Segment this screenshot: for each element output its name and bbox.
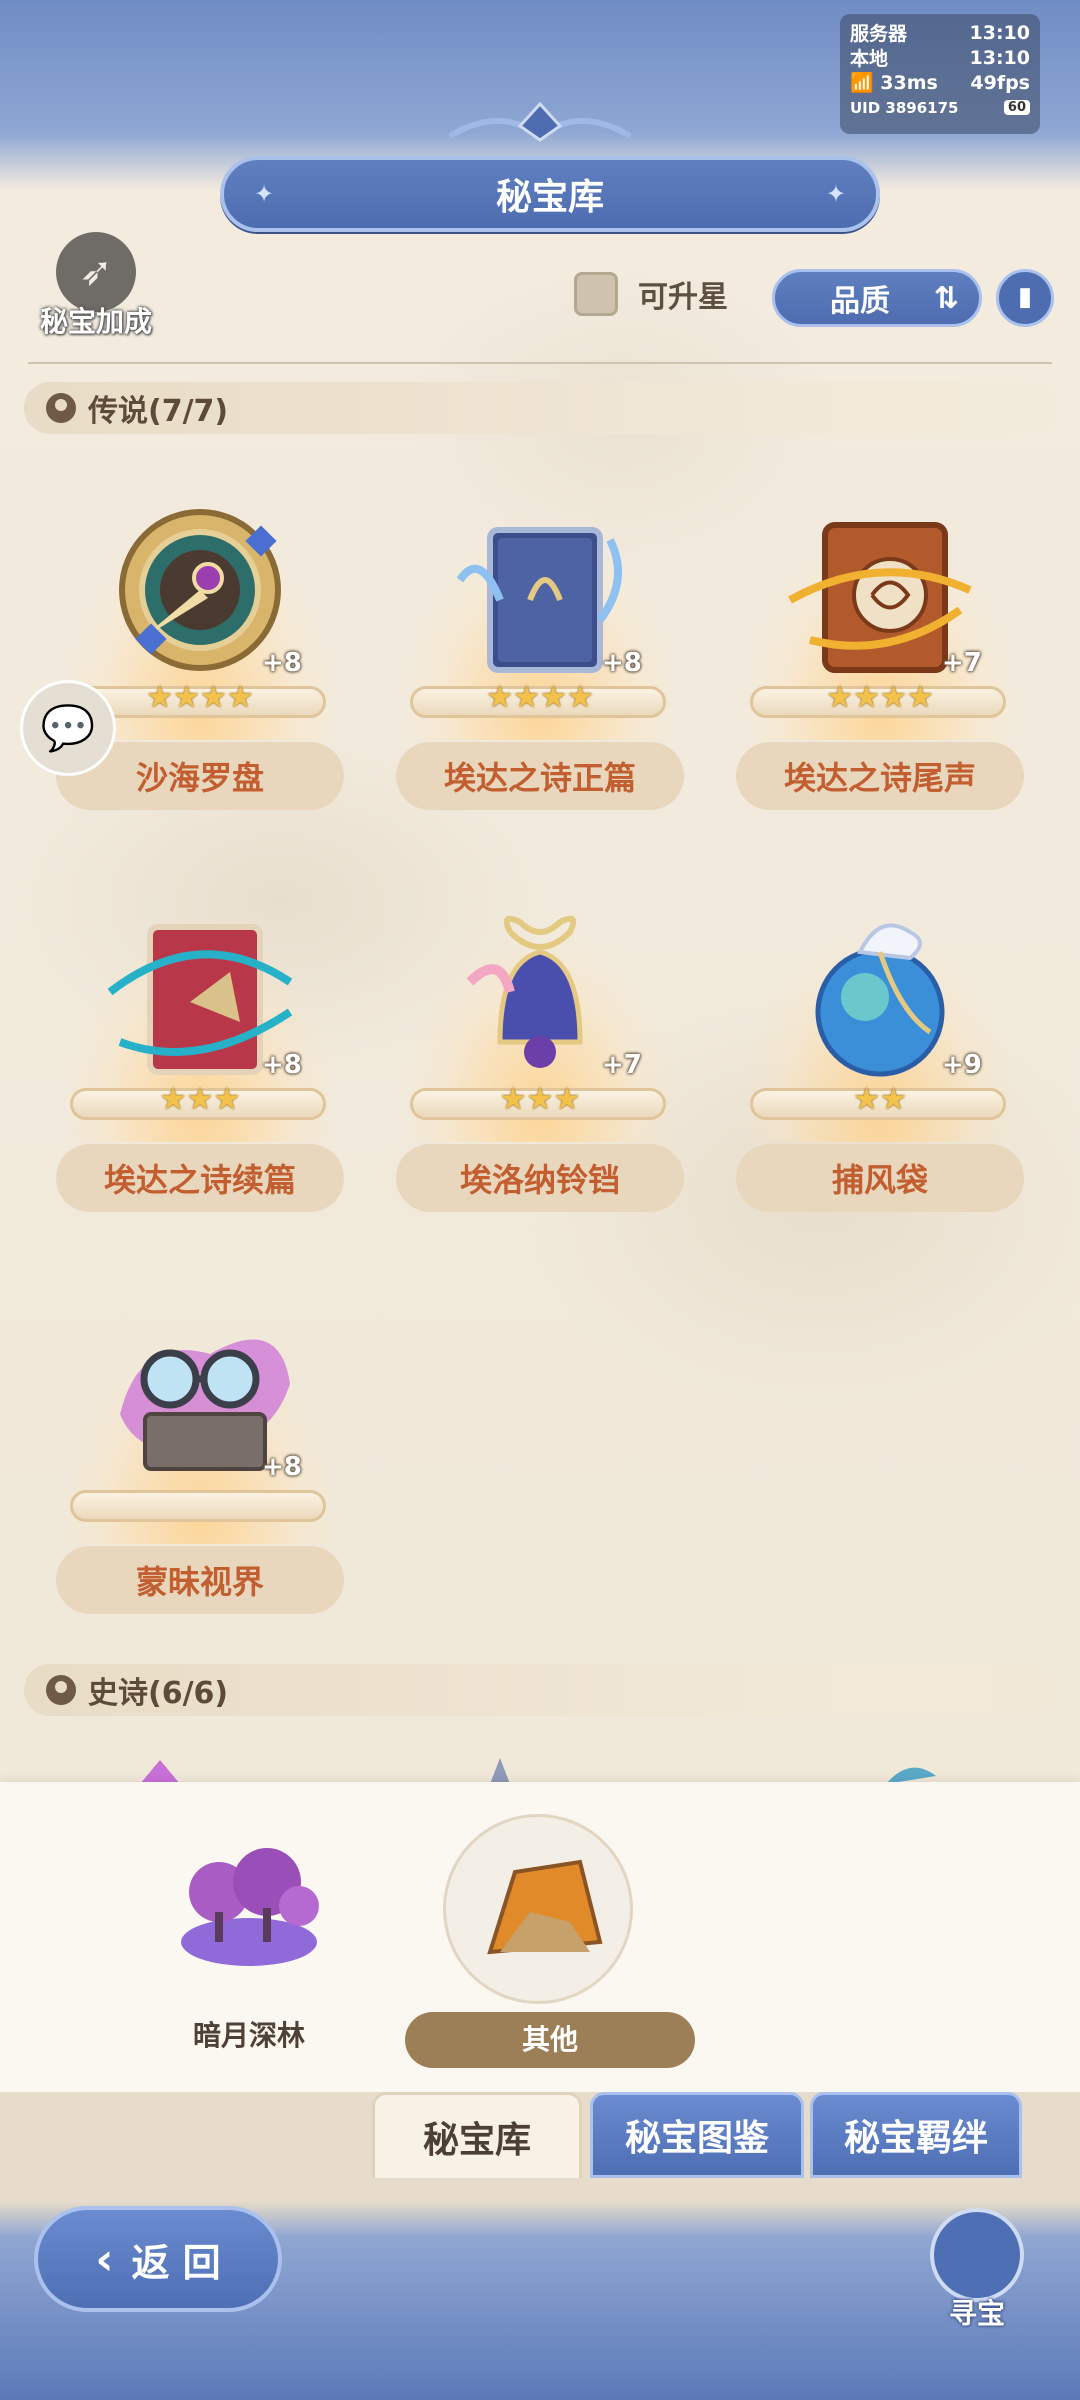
section-title: 传说(7/7) xyxy=(88,394,229,429)
uid-label: UID 3896175 xyxy=(850,98,959,117)
item-peek-icon xyxy=(490,1758,510,1784)
sparkle-icon: ✦ xyxy=(254,180,275,208)
treasure-hunt-icon xyxy=(930,2208,1024,2302)
item-peek-icon xyxy=(886,1767,936,1784)
quality-sort-button[interactable]: 品质 ⇅ xyxy=(772,269,982,327)
moon-icon xyxy=(46,1675,76,1705)
treasure-hunt-button[interactable]: 寻宝 xyxy=(924,2208,1030,2348)
back-button[interactable]: ‹ 返 回 xyxy=(34,2206,282,2312)
item-name: 蒙昧视界 xyxy=(56,1546,344,1614)
item-level: +8 xyxy=(262,1452,302,1482)
item-name: 捕风袋 xyxy=(736,1144,1024,1212)
treasure-item[interactable]: +8 蒙昧视界 xyxy=(50,1284,350,1644)
upgradable-checkbox[interactable] xyxy=(574,272,618,316)
tab-treasure-bond[interactable]: 秘宝羁绊 xyxy=(810,2092,1022,2178)
region-dark-moon-forest[interactable]: 暗月深林 xyxy=(124,1782,374,2092)
page-title: 秘宝库 xyxy=(495,177,604,218)
star-rating: ★★★ xyxy=(499,1082,581,1117)
ping-value: 33ms xyxy=(880,72,938,94)
item-level: +7 xyxy=(602,1050,642,1080)
item-level: +7 xyxy=(942,648,982,678)
status-overlay: 服务器 13:10 本地 13:10 📶 33ms 49fps UID 3896175… xyxy=(840,14,1040,134)
treasure-item[interactable]: +9 ★★ 捕风袋 xyxy=(730,882,1030,1242)
cave-rock-icon xyxy=(487,1859,603,1955)
item-level: +8 xyxy=(262,648,302,678)
forest-icon xyxy=(181,1848,319,1966)
treasure-item[interactable]: +8 ★★★★ 埃达之诗正篇 xyxy=(390,480,690,840)
chat-bubble-icon: 💬 xyxy=(40,703,96,754)
region-label: 其他 xyxy=(405,2012,695,2068)
item-peek-icon xyxy=(140,1760,180,1784)
quality-sort-label: 品质 xyxy=(830,284,890,319)
star-rating: ★★★★ xyxy=(486,680,594,715)
treasure-item[interactable]: +7 ★★★★ 埃达之诗尾声 xyxy=(730,480,1030,840)
battery-icon: 60 xyxy=(1003,100,1030,115)
item-name: 埃达之诗尾声 xyxy=(736,742,1024,810)
item-level: +9 xyxy=(942,1050,982,1080)
star-rating: ★★★★ xyxy=(826,680,934,715)
fps-value: 49fps xyxy=(970,71,1030,94)
divider xyxy=(28,362,1052,364)
page-title-bar: ✦ 秘宝库 ✦ xyxy=(220,156,880,232)
back-label: 返 回 xyxy=(131,2240,221,2285)
local-label: 本地 xyxy=(850,48,889,70)
treasure-hunt-label: 寻宝 xyxy=(948,2297,1005,2330)
region-label: 暗月深林 xyxy=(192,2019,305,2052)
treasure-item[interactable]: +7 ★★★ 埃洛纳铃铛 xyxy=(390,882,690,1242)
star-rating: ★★ xyxy=(853,1082,907,1117)
treasure-bonus-button[interactable]: ➶ 秘宝加成 xyxy=(26,232,166,342)
guide-book-button[interactable]: ▮ xyxy=(996,269,1054,327)
sort-toggle-icon: ⇅ xyxy=(933,280,959,316)
server-label: 服务器 xyxy=(850,23,908,45)
tab-treasure-vault[interactable]: 秘宝库 xyxy=(372,2092,582,2178)
region-other[interactable]: 其他 xyxy=(405,1782,695,2092)
chat-button[interactable]: 💬 xyxy=(20,680,116,776)
section-header-epic: 史诗(6/6) xyxy=(24,1664,1056,1716)
star-rating: ★★★ xyxy=(159,1082,241,1117)
item-name: 埃达之诗续篇 xyxy=(56,1144,344,1212)
upgradable-filter[interactable]: 可升星 xyxy=(574,272,728,316)
book-icon: ▮ xyxy=(1017,282,1033,312)
moon-icon xyxy=(46,393,76,423)
back-arrow-icon: ‹ xyxy=(95,2233,114,2285)
item-name: 埃达之诗正篇 xyxy=(396,742,684,810)
region-selector-panel: 暗月深林 其他 xyxy=(0,1782,1080,2092)
tab-treasure-codex[interactable]: 秘宝图鉴 xyxy=(590,2092,804,2178)
section-title: 史诗(6/6) xyxy=(88,1676,229,1711)
treasure-bonus-label: 秘宝加成 xyxy=(39,305,152,338)
wifi-icon: 📶 xyxy=(850,72,874,94)
server-time: 13:10 xyxy=(969,21,1030,44)
sparkle-icon: ✦ xyxy=(825,180,846,208)
treasure-item[interactable]: +8 ★★★ 埃达之诗续篇 xyxy=(50,882,350,1242)
upgradable-label: 可升星 xyxy=(638,280,728,315)
item-name: 埃洛纳铃铛 xyxy=(396,1144,684,1212)
item-level: +8 xyxy=(262,1050,302,1080)
treasure-item[interactable]: +8 ★★★★ 沙海罗盘 xyxy=(50,480,350,840)
section-header-legendary: 传说(7/7) xyxy=(24,382,1056,434)
local-time: 13:10 xyxy=(969,46,1030,69)
item-level: +8 xyxy=(602,648,642,678)
crown-ornament-icon xyxy=(448,101,632,142)
